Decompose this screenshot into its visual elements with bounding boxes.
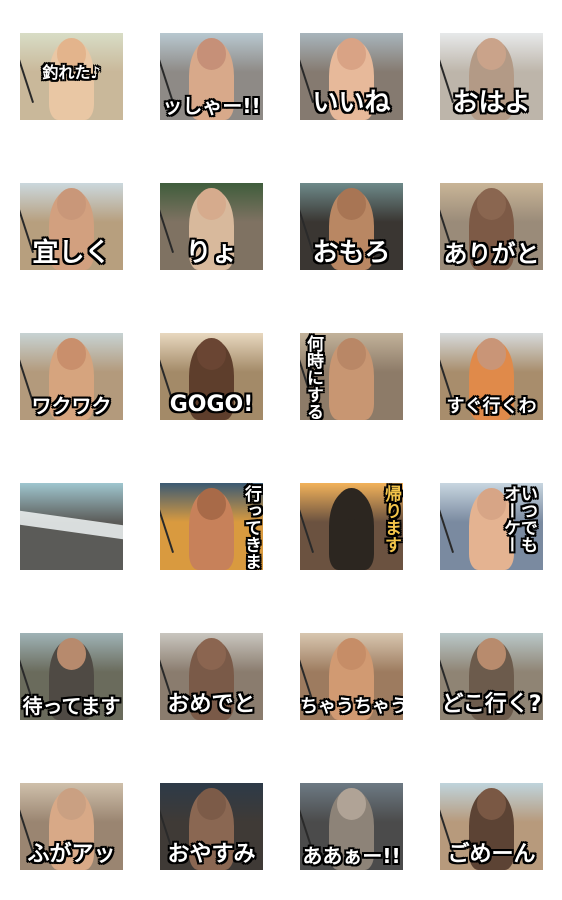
sticker-17[interactable]: 待ってます (20, 633, 123, 720)
person-head (337, 338, 366, 370)
sticker-22[interactable]: おやすみ (160, 783, 263, 870)
person-head (337, 38, 366, 70)
sticker-19[interactable]: ちゃうちゃう (300, 633, 403, 720)
person-head (477, 638, 506, 670)
sticker-caption: すぐ行くわ (446, 396, 537, 417)
sticker-caption: 帰ります (381, 485, 401, 553)
sticker-3[interactable]: いいね (300, 33, 403, 120)
person-head (197, 188, 226, 220)
sticker-caption: おめでと (167, 692, 256, 717)
person-head (337, 788, 366, 820)
sticker-2[interactable]: ッしゃー!! (160, 33, 263, 120)
sticker-caption: おはよ (452, 88, 531, 118)
sticker-caption: 行ってきま (241, 485, 261, 570)
person-head (57, 338, 86, 370)
sticker-caption: どこ行く? (441, 692, 542, 717)
sticker-16[interactable]: いつでもオーケー (440, 483, 543, 570)
sticker-18[interactable]: おめでと (160, 633, 263, 720)
person-head (197, 788, 226, 820)
sticker-12[interactable]: すぐ行くわ (440, 333, 543, 420)
sticker-caption: ありがと (443, 240, 540, 268)
sticker-caption: ああぁー!! (302, 844, 401, 868)
person-head (57, 638, 86, 670)
sticker-caption: おやすみ (167, 842, 256, 867)
sticker-caption: GOGO! (169, 392, 254, 417)
sticker-caption: 宜しく (32, 238, 111, 268)
sticker-grid: 釣れた♪ ッしゃー!! いいね おはよ宜しく りょ おもろ ありがとワクワク GOGO! 何時に… (0, 0, 562, 900)
sticker-caption: ッしゃー!! (162, 94, 261, 118)
sticker-caption: いいね (312, 88, 391, 118)
sticker-23[interactable]: ああぁー!! (300, 783, 403, 870)
sticker-caption: いつでもオーケー (500, 485, 537, 553)
sticker-caption: ちゃうちゃう (300, 696, 403, 717)
sticker-caption: 待ってます (22, 694, 121, 718)
person-head (57, 188, 86, 220)
person-head (197, 638, 226, 670)
sticker-21[interactable]: ふがアッ (20, 783, 123, 870)
person-head (197, 488, 226, 520)
sticker-7[interactable]: おもろ (300, 183, 403, 270)
person-head (477, 188, 506, 220)
sticker-6[interactable]: りょ (160, 183, 263, 270)
sticker-4[interactable]: おはよ (440, 33, 543, 120)
sticker-caption: 何時にする? (303, 335, 323, 420)
sticker-13[interactable] (20, 483, 123, 570)
person-head (337, 188, 366, 220)
person-head (57, 788, 86, 820)
sticker-5[interactable]: 宜しく (20, 183, 123, 270)
sticker-1[interactable]: 釣れた♪ (20, 33, 123, 120)
person-head (197, 338, 226, 370)
sticker-11[interactable]: 何時にする? (300, 333, 403, 420)
sticker-20[interactable]: どこ行く? (440, 633, 543, 720)
person-head (337, 638, 366, 670)
sticker-24[interactable]: ごめーん (440, 783, 543, 870)
sticker-10[interactable]: GOGO! (160, 333, 263, 420)
person-head (337, 488, 366, 520)
sticker-photo (20, 483, 123, 570)
sticker-8[interactable]: ありがと (440, 183, 543, 270)
person-head (477, 338, 506, 370)
sticker-14[interactable]: 行ってきま (160, 483, 263, 570)
sticker-caption: ふがアッ (27, 842, 116, 867)
sticker-caption: 釣れた♪ (42, 63, 101, 82)
sticker-caption: おもろ (312, 238, 391, 268)
sticker-caption: ごめーん (447, 842, 536, 867)
sticker-9[interactable]: ワクワク (20, 333, 123, 420)
person-head (197, 38, 226, 70)
person-head (477, 788, 506, 820)
person-head (477, 38, 506, 70)
sticker-15[interactable]: 帰ります (300, 483, 403, 570)
sticker-caption: りょ (185, 238, 238, 268)
sticker-caption: ワクワク (31, 394, 112, 418)
